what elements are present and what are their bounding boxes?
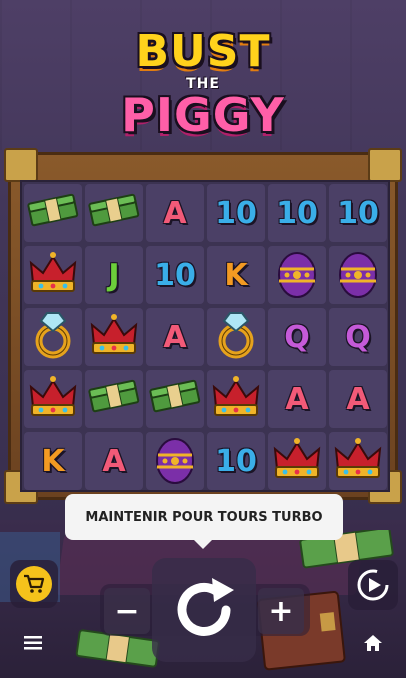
increase-bet-button[interactable]: +	[258, 588, 304, 634]
reel-cell: 10	[268, 184, 326, 242]
cash-icon	[88, 191, 140, 235]
reel-cell	[146, 432, 204, 490]
reel-cell	[24, 308, 82, 366]
logo-word-piggy: PIGGY	[121, 88, 285, 142]
reel-cell	[207, 308, 265, 366]
reel-cell: Q	[329, 308, 387, 366]
crown-icon	[210, 373, 262, 425]
symbol-q: Q	[284, 319, 310, 355]
crown-icon	[27, 373, 79, 425]
reel-cell	[329, 246, 387, 304]
autoplay-icon	[357, 569, 389, 601]
frame-corner	[368, 148, 402, 182]
reel-cell: 10	[207, 432, 265, 490]
autoplay-button[interactable]	[348, 560, 398, 610]
reel-cell	[146, 370, 204, 428]
symbol-a: A	[163, 319, 187, 355]
reel-cell: A	[329, 370, 387, 428]
shop-button[interactable]	[10, 560, 58, 608]
symbol-10: 10	[276, 195, 318, 231]
reel-cell	[329, 432, 387, 490]
reel-grid: A 10 10 10 J 10 K A Q Q A A K A 10	[20, 180, 390, 492]
symbol-a: A	[285, 381, 309, 417]
crown-icon	[88, 311, 140, 363]
reel-cell: K	[207, 246, 265, 304]
symbol-a: A	[102, 443, 126, 479]
reel-cell	[85, 184, 143, 242]
egg-icon	[153, 433, 197, 489]
reel-cell: K	[24, 432, 82, 490]
reel-cell: A	[146, 184, 204, 242]
tooltip-text: MAINTENIR POUR TOURS TURBO	[85, 509, 323, 525]
turbo-tooltip: MAINTENIR POUR TOURS TURBO	[65, 494, 343, 549]
frame-corner	[4, 148, 38, 182]
home-icon	[364, 635, 382, 651]
menu-icon	[24, 636, 42, 650]
crown-icon	[271, 435, 323, 487]
menu-button[interactable]	[18, 630, 48, 656]
spin-button[interactable]	[152, 558, 256, 662]
symbol-q: Q	[345, 319, 371, 355]
symbol-10: 10	[215, 443, 257, 479]
reel-cell: A	[85, 432, 143, 490]
reel-cell: J	[85, 246, 143, 304]
minus-label: −	[114, 593, 140, 629]
reel-cell: A	[146, 308, 204, 366]
spin-icon	[177, 578, 234, 636]
reel-cell: 10	[329, 184, 387, 242]
reel-cell	[24, 184, 82, 242]
reel-cell: A	[268, 370, 326, 428]
plus-label: +	[268, 593, 294, 629]
symbol-j: J	[108, 257, 120, 293]
reel-cell	[24, 370, 82, 428]
cash-icon	[149, 377, 201, 421]
cart-icon	[16, 566, 52, 602]
game-logo: BUST THE PIGGY	[108, 28, 298, 148]
crown-icon	[332, 435, 384, 487]
ring-icon	[29, 309, 77, 365]
reel-cell: 10	[146, 246, 204, 304]
egg-icon	[275, 247, 319, 303]
reel-cell: 10	[207, 184, 265, 242]
cash-icon	[27, 191, 79, 235]
symbol-k: K	[41, 443, 65, 479]
symbol-a: A	[163, 195, 187, 231]
symbol-10: 10	[215, 195, 257, 231]
reel-cell	[207, 370, 265, 428]
symbol-k: K	[224, 257, 248, 293]
logo-word-bust: BUST	[135, 26, 271, 77]
symbol-10: 10	[337, 195, 379, 231]
egg-icon	[336, 247, 380, 303]
reel-cell	[85, 370, 143, 428]
crown-icon	[27, 249, 79, 301]
decrease-bet-button[interactable]: −	[104, 588, 150, 634]
ring-icon	[212, 309, 260, 365]
home-button[interactable]	[358, 630, 388, 656]
symbol-10: 10	[154, 257, 196, 293]
reel-cell	[268, 246, 326, 304]
reel-cell	[268, 432, 326, 490]
reel-cell	[85, 308, 143, 366]
reel-cell	[24, 246, 82, 304]
symbol-a: A	[346, 381, 370, 417]
reel-cell: Q	[268, 308, 326, 366]
cash-icon	[88, 377, 140, 421]
